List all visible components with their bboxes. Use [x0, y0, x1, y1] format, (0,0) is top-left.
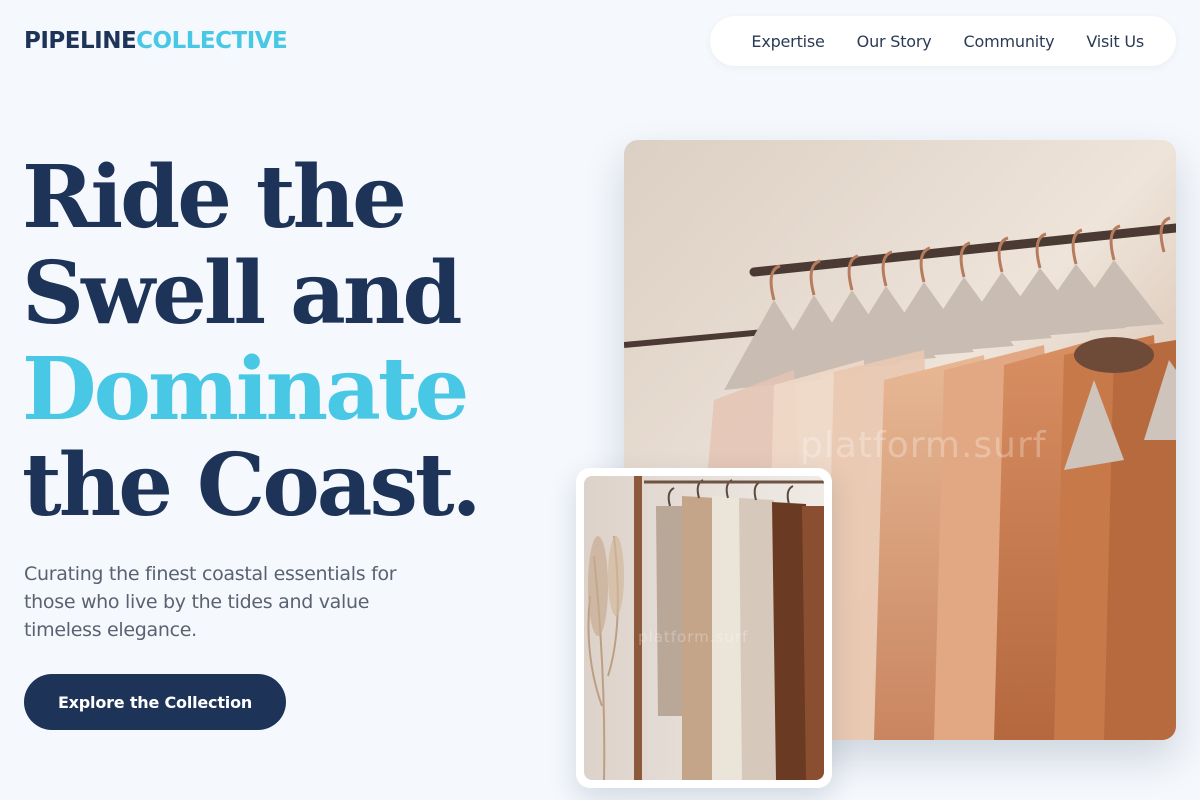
nav-link-our-story[interactable]: Our Story — [857, 32, 932, 51]
landing-page: PIPELINECOLLECTIVE Expertise Our Story C… — [0, 0, 1200, 800]
explore-collection-button[interactable]: Explore the Collection — [24, 674, 286, 730]
headline-line-1: Ride the — [22, 147, 407, 248]
hero-subtitle: Curating the finest coastal essentials f… — [24, 563, 397, 641]
nav-link-expertise[interactable]: Expertise — [751, 32, 824, 51]
nav-link-community[interactable]: Community — [964, 32, 1055, 51]
image-watermark: platform.surf — [638, 628, 749, 646]
hero-secondary-photo-card: platform.surf — [576, 468, 832, 788]
logo-text-accent: COLLECTIVE — [136, 28, 288, 54]
hero-headline: Ride the Swell and Dominate the Coast. — [22, 150, 582, 534]
image-watermark: platform.surf — [800, 425, 1047, 466]
logo-text-primary: PIPELINE — [24, 28, 137, 54]
nav-link-visit-us[interactable]: Visit Us — [1086, 32, 1144, 51]
headline-line-4: the Coast. — [22, 435, 482, 536]
headline-line-2: Swell and — [22, 243, 463, 344]
hero-secondary-photo: platform.surf — [584, 476, 824, 780]
headline-accent-word: Dominate — [22, 339, 469, 440]
brand-logo[interactable]: PIPELINECOLLECTIVE — [24, 28, 288, 54]
main-nav: Expertise Our Story Community Visit Us — [710, 16, 1176, 66]
